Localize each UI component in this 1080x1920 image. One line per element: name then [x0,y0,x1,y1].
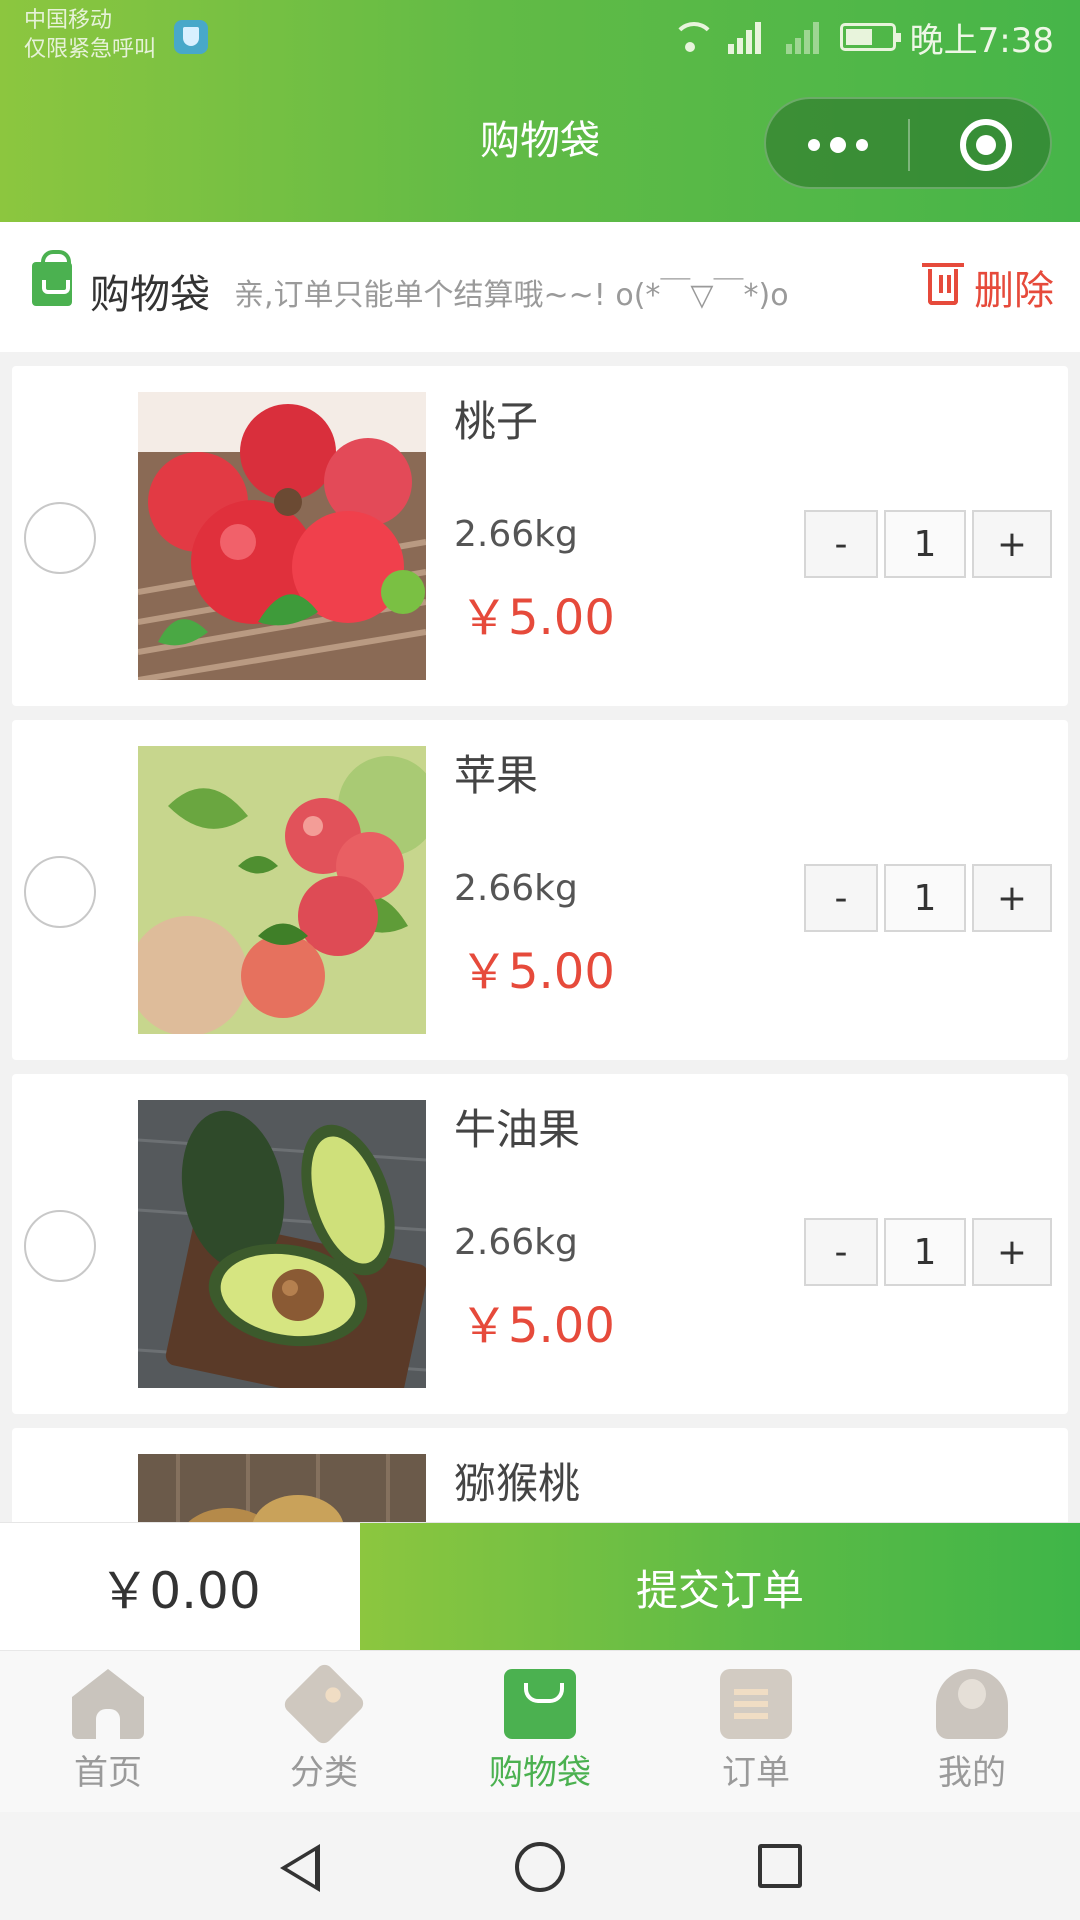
select-radio[interactable] [24,1210,96,1282]
more-menu-button[interactable] [808,129,898,159]
cart-item: 猕猴桃 [12,1428,1068,1522]
home-icon [72,1669,144,1739]
cart-list[interactable]: 桃子 2.66kg ￥5.00 - 1 + 苹果 2.66kg ￥5.00 - … [12,366,1068,1522]
quantity-value[interactable]: 1 [884,1218,966,1286]
back-icon[interactable] [280,1844,320,1892]
submit-order-button[interactable]: 提交订单 [360,1523,1080,1651]
home-circle-icon[interactable] [515,1842,565,1892]
decrease-button[interactable]: - [804,510,878,578]
product-weight: 2.66kg [454,1222,578,1263]
tab-home[interactable]: 首页 [0,1651,216,1813]
header-bar: 中国移动 仅限紧急呼叫 晚上7:38 购物袋 [0,0,1080,222]
product-name: 桃子 [454,397,539,446]
profile-icon [936,1669,1008,1739]
cart-section-header: 购物袋 亲,订单只能单个结算哦~~! o(*￣▽￣*)o 删除 [0,222,1080,352]
delete-label: 删除 [974,268,1054,314]
cart-item: 苹果 2.66kg ￥5.00 - 1 + [12,720,1068,1060]
product-image-kiwi [138,1454,426,1522]
product-weight: 2.66kg [454,868,578,909]
tab-label: 订单 [722,1753,790,1793]
delete-button[interactable]: 删除 [922,262,1054,314]
checkout-tip: 亲,订单只能单个结算哦~~! o(*￣▽￣*)o [234,278,789,313]
quantity-stepper: - 1 + [804,1218,1052,1286]
product-name: 苹果 [454,751,539,800]
section-title: 购物袋 [90,272,210,318]
select-radio[interactable] [24,856,96,928]
miniprogram-capsule [764,97,1052,189]
product-name: 猕猴桃 [454,1459,581,1508]
decrease-button[interactable]: - [804,864,878,932]
battery-icon [839,23,901,51]
tab-label: 首页 [74,1753,142,1793]
order-icon [720,1669,792,1739]
signal-icon-secondary [782,20,826,54]
signal-icon [724,20,768,54]
increase-button[interactable]: + [972,1218,1052,1286]
trash-icon [922,263,964,305]
quantity-value[interactable]: 1 [884,864,966,932]
status-bar: 中国移动 仅限紧急呼叫 晚上7:38 [0,0,1080,80]
decrease-button[interactable]: - [804,1218,878,1286]
shield-icon [174,20,208,54]
carrier-info: 中国移动 仅限紧急呼叫 [24,6,156,64]
tab-label: 购物袋 [489,1753,591,1793]
quantity-stepper: - 1 + [804,864,1052,932]
product-weight: 2.66kg [454,514,578,555]
system-nav-bar [0,1812,1080,1920]
tab-shopping-bag[interactable]: 购物袋 [432,1651,648,1813]
bottom-tab-bar: 首页 分类 购物袋 订单 我的 [0,1650,1080,1812]
product-price: ￥5.00 [460,1298,615,1354]
product-image-peach [138,392,426,680]
carrier-name: 中国移动 [24,8,113,33]
capsule-divider [908,119,910,171]
status-indicators: 晚上7:38 [670,12,1054,62]
product-image-avocado [138,1100,426,1388]
tab-profile[interactable]: 我的 [864,1651,1080,1813]
increase-button[interactable]: + [972,864,1052,932]
product-name: 牛油果 [454,1105,581,1154]
shopping-bag-icon [504,1669,576,1739]
carrier-status: 仅限紧急呼叫 [24,37,157,62]
increase-button[interactable]: + [972,510,1052,578]
product-price: ￥5.00 [460,944,615,1000]
select-radio[interactable] [24,502,96,574]
close-miniprogram-icon[interactable] [960,119,1012,171]
tab-label: 分类 [290,1753,358,1793]
wifi-icon [670,20,716,54]
total-price: ￥0.00 [99,1562,261,1620]
shopping-bag-icon [32,250,72,306]
checkout-bar: ￥0.00 提交订单 [0,1522,1080,1651]
recent-apps-icon[interactable] [758,1844,802,1888]
product-price: ￥5.00 [460,590,615,646]
tab-label: 我的 [938,1753,1006,1793]
quantity-stepper: - 1 + [804,510,1052,578]
tab-category[interactable]: 分类 [216,1651,432,1813]
tab-orders[interactable]: 订单 [648,1651,864,1813]
cart-item: 桃子 2.66kg ￥5.00 - 1 + [12,366,1068,706]
quantity-value[interactable]: 1 [884,510,966,578]
product-image-apple [138,746,426,1034]
tag-icon [281,1661,367,1747]
cart-item: 牛油果 2.66kg ￥5.00 - 1 + [12,1074,1068,1414]
status-time: 晚上7:38 [909,20,1054,61]
